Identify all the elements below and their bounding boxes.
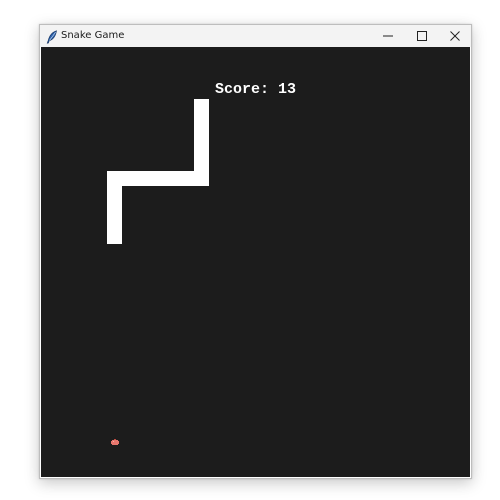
score-value: 13 [278, 81, 297, 98]
close-icon [450, 31, 460, 41]
minimize-icon [383, 31, 393, 41]
minimize-button[interactable] [371, 25, 405, 47]
maximize-button[interactable] [405, 25, 439, 47]
snake-body-horizontal [107, 171, 209, 186]
score-display: Score: 13 [41, 81, 470, 99]
title-bar[interactable]: Snake Game [40, 25, 471, 47]
feather-icon [46, 29, 58, 44]
desktop: Snake Game Score: 13 [0, 0, 500, 500]
close-button[interactable] [438, 25, 472, 47]
food-apple [111, 431, 119, 445]
window-title: Snake Game [61, 30, 125, 41]
game-canvas[interactable]: Score: 13 [41, 47, 470, 477]
score-label: Score: [214, 81, 269, 98]
maximize-icon [417, 31, 427, 41]
snake-tail [107, 171, 122, 244]
game-window: Snake Game Score: 13 [39, 24, 472, 479]
